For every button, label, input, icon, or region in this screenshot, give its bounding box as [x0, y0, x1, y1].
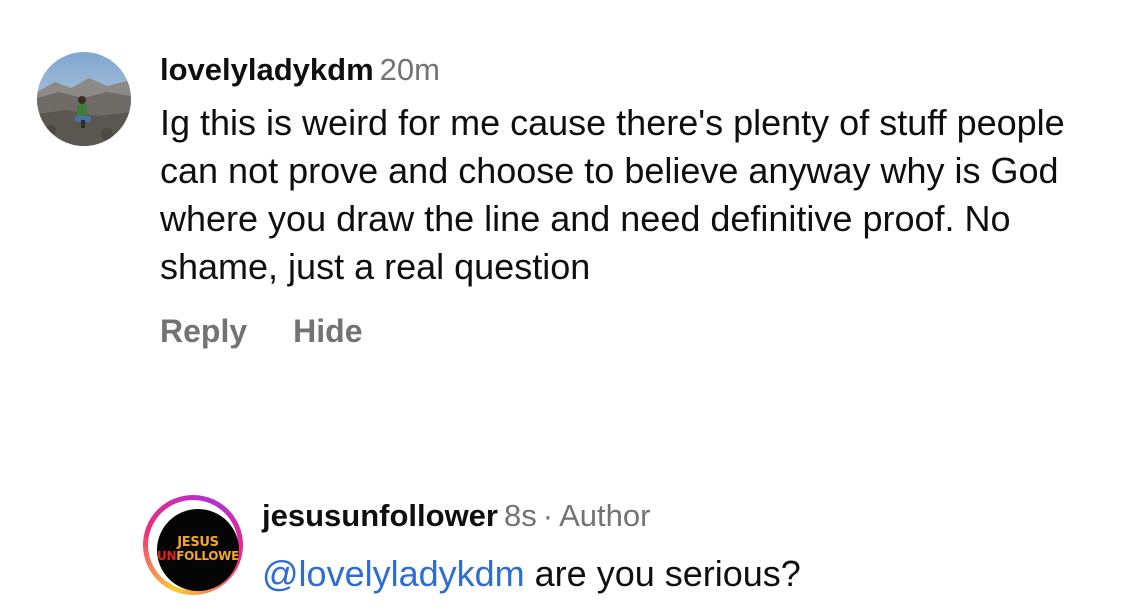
comment-actions: Reply Hide — [160, 313, 1120, 350]
avatar-logo-red: UN — [157, 549, 177, 563]
reply-body: jesusunfollower 8s · Author @lovelyladykdm … — [262, 496, 1122, 598]
avatar: JESUS UNFOLLOWER — [157, 509, 239, 591]
story-ring[interactable]: JESUS UNFOLLOWER — [143, 495, 243, 595]
author-badge: Author — [559, 498, 651, 533]
avatar-logo-rest: FOLLOWER — [176, 549, 239, 563]
reply-text: @lovelyladykdm are you serious? — [262, 550, 1122, 598]
hide-button[interactable]: Hide — [293, 313, 362, 349]
comment-time: 20m — [379, 52, 440, 87]
avatar-ring-gap: JESUS UNFOLLOWER — [148, 500, 239, 591]
comment-meta: lovelyladykdm 20m — [160, 50, 1120, 90]
avatar-logo-line2: UNFOLLOWER — [157, 550, 239, 563]
comments-page: lovelyladykdm 20m Ig this is weird for me… — [0, 0, 1146, 611]
comment-username[interactable]: lovelyladykdm — [160, 52, 374, 87]
reply-message: are you serious? — [534, 553, 801, 594]
meta-separator: · — [542, 498, 554, 533]
comment-text: Ig this is weird for me cause there's pl… — [160, 102, 1065, 287]
reply-username[interactable]: jesusunfollower — [262, 498, 498, 533]
reply-button[interactable]: Reply — [160, 313, 247, 349]
avatar-logo-line1: JESUS — [177, 535, 219, 550]
reply-time: 8s — [503, 498, 537, 533]
reply-meta: jesusunfollower 8s · Author — [262, 496, 1122, 536]
avatar[interactable] — [37, 52, 131, 146]
landscape-photo-avatar-icon — [37, 52, 131, 146]
mention-link[interactable]: @lovelyladykdm — [262, 553, 525, 594]
comment-body: lovelyladykdm 20m Ig this is weird for me… — [160, 50, 1120, 350]
